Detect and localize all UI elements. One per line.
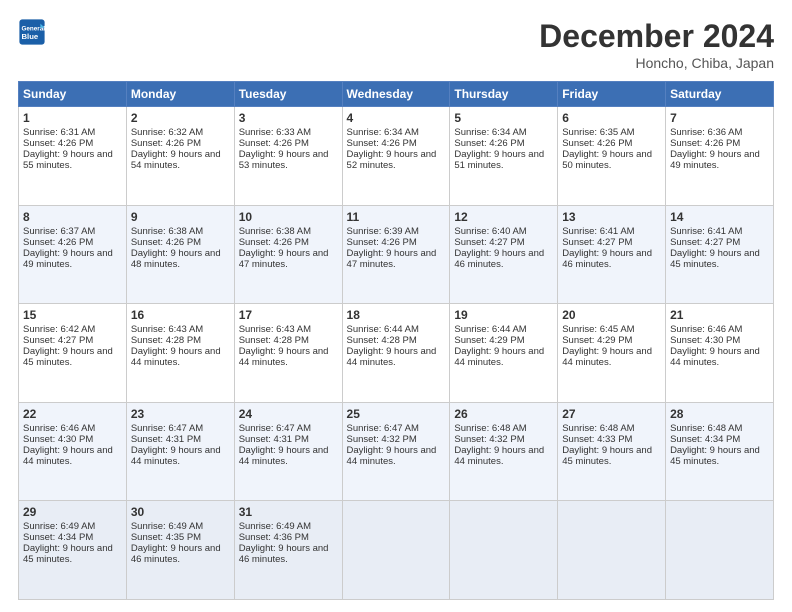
col-monday: Monday xyxy=(126,82,234,107)
day-17: 17 Sunrise: 6:43 AMSunset: 4:28 PMDaylig… xyxy=(234,304,342,403)
day-7: 7 Sunrise: 6:36 AMSunset: 4:26 PMDayligh… xyxy=(666,107,774,206)
day-4: 4 Sunrise: 6:34 AMSunset: 4:26 PMDayligh… xyxy=(342,107,450,206)
calendar-header-row: Sunday Monday Tuesday Wednesday Thursday… xyxy=(19,82,774,107)
day-empty-3 xyxy=(558,501,666,600)
day-18: 18 Sunrise: 6:44 AMSunset: 4:28 PMDaylig… xyxy=(342,304,450,403)
calendar-row-week5: 29 Sunrise: 6:49 AMSunset: 4:34 PMDaylig… xyxy=(19,501,774,600)
day-8: 8 Sunrise: 6:37 AMSunset: 4:26 PMDayligh… xyxy=(19,205,127,304)
day-10: 10 Sunrise: 6:38 AMSunset: 4:26 PMDaylig… xyxy=(234,205,342,304)
col-saturday: Saturday xyxy=(666,82,774,107)
calendar-row-week1: 1 Sunrise: 6:31 AMSunset: 4:26 PMDayligh… xyxy=(19,107,774,206)
page: General Blue December 2024 Honcho, Chiba… xyxy=(0,0,792,612)
day-28: 28 Sunrise: 6:48 AMSunset: 4:34 PMDaylig… xyxy=(666,402,774,501)
col-thursday: Thursday xyxy=(450,82,558,107)
day-20: 20 Sunrise: 6:45 AMSunset: 4:29 PMDaylig… xyxy=(558,304,666,403)
day-14: 14 Sunrise: 6:41 AMSunset: 4:27 PMDaylig… xyxy=(666,205,774,304)
day-13: 13 Sunrise: 6:41 AMSunset: 4:27 PMDaylig… xyxy=(558,205,666,304)
month-title: December 2024 xyxy=(539,18,774,55)
day-16: 16 Sunrise: 6:43 AMSunset: 4:28 PMDaylig… xyxy=(126,304,234,403)
day-empty-4 xyxy=(666,501,774,600)
day-25: 25 Sunrise: 6:47 AMSunset: 4:32 PMDaylig… xyxy=(342,402,450,501)
day-30: 30 Sunrise: 6:49 AMSunset: 4:35 PMDaylig… xyxy=(126,501,234,600)
day-empty-2 xyxy=(450,501,558,600)
col-sunday: Sunday xyxy=(19,82,127,107)
day-24: 24 Sunrise: 6:47 AMSunset: 4:31 PMDaylig… xyxy=(234,402,342,501)
col-tuesday: Tuesday xyxy=(234,82,342,107)
logo: General Blue xyxy=(18,18,46,46)
calendar-row-week3: 15 Sunrise: 6:42 AMSunset: 4:27 PMDaylig… xyxy=(19,304,774,403)
day-11: 11 Sunrise: 6:39 AMSunset: 4:26 PMDaylig… xyxy=(342,205,450,304)
day-2: 2 Sunrise: 6:32 AMSunset: 4:26 PMDayligh… xyxy=(126,107,234,206)
day-19: 19 Sunrise: 6:44 AMSunset: 4:29 PMDaylig… xyxy=(450,304,558,403)
col-friday: Friday xyxy=(558,82,666,107)
day-26: 26 Sunrise: 6:48 AMSunset: 4:32 PMDaylig… xyxy=(450,402,558,501)
logo-icon: General Blue xyxy=(18,18,46,46)
day-31: 31 Sunrise: 6:49 AMSunset: 4:36 PMDaylig… xyxy=(234,501,342,600)
title-block: December 2024 Honcho, Chiba, Japan xyxy=(539,18,774,71)
day-23: 23 Sunrise: 6:47 AMSunset: 4:31 PMDaylig… xyxy=(126,402,234,501)
day-29: 29 Sunrise: 6:49 AMSunset: 4:34 PMDaylig… xyxy=(19,501,127,600)
day-3: 3 Sunrise: 6:33 AMSunset: 4:26 PMDayligh… xyxy=(234,107,342,206)
day-22: 22 Sunrise: 6:46 AMSunset: 4:30 PMDaylig… xyxy=(19,402,127,501)
day-empty-1 xyxy=(342,501,450,600)
day-15: 15 Sunrise: 6:42 AMSunset: 4:27 PMDaylig… xyxy=(19,304,127,403)
day-5: 5 Sunrise: 6:34 AMSunset: 4:26 PMDayligh… xyxy=(450,107,558,206)
day-6: 6 Sunrise: 6:35 AMSunset: 4:26 PMDayligh… xyxy=(558,107,666,206)
calendar-table: Sunday Monday Tuesday Wednesday Thursday… xyxy=(18,81,774,600)
day-1: 1 Sunrise: 6:31 AMSunset: 4:26 PMDayligh… xyxy=(19,107,127,206)
day-9: 9 Sunrise: 6:38 AMSunset: 4:26 PMDayligh… xyxy=(126,205,234,304)
svg-text:Blue: Blue xyxy=(22,32,39,41)
col-wednesday: Wednesday xyxy=(342,82,450,107)
day-12: 12 Sunrise: 6:40 AMSunset: 4:27 PMDaylig… xyxy=(450,205,558,304)
day-21: 21 Sunrise: 6:46 AMSunset: 4:30 PMDaylig… xyxy=(666,304,774,403)
location: Honcho, Chiba, Japan xyxy=(539,55,774,71)
calendar-row-week4: 22 Sunrise: 6:46 AMSunset: 4:30 PMDaylig… xyxy=(19,402,774,501)
day-27: 27 Sunrise: 6:48 AMSunset: 4:33 PMDaylig… xyxy=(558,402,666,501)
header: General Blue December 2024 Honcho, Chiba… xyxy=(18,18,774,71)
calendar-row-week2: 8 Sunrise: 6:37 AMSunset: 4:26 PMDayligh… xyxy=(19,205,774,304)
